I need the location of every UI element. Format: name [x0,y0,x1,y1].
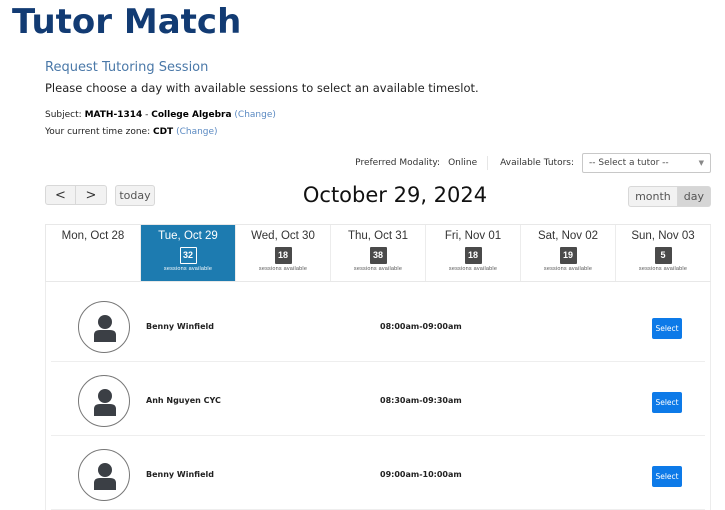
session-count-badge: 5 [654,247,672,264]
day-view-button[interactable]: day [677,186,711,207]
subject-separator: - [145,110,149,120]
slot-time: 09:00am-10:00am [380,470,462,479]
app-title: Tutor Match [12,2,242,42]
session-count-badge: 18 [274,247,292,264]
timezone-line: Your current time zone: CDT (Change) [45,127,218,137]
day-label: Sun, Nov 03 [631,230,695,242]
day-strip: Mon, Oct 28 Tue, Oct 29 32 sessions avai… [45,224,711,282]
chevron-down-icon: ▼ [698,159,704,167]
slot-time: 08:00am-09:00am [380,322,462,331]
user-icon [94,315,116,342]
day-label: Mon, Oct 28 [61,230,125,242]
select-slot-button[interactable]: Select [652,466,682,487]
tutor-name: Benny Winfield [146,470,214,479]
instructions-text: Please choose a day with available sessi… [45,81,479,95]
session-count-badge: 38 [369,247,387,264]
timezone-label: Your current time zone: [45,127,151,137]
subject-line: Subject: MATH-1314 - College Algebra (Ch… [45,110,276,120]
day-cell[interactable]: Wed, Oct 30 18 sessions available [236,225,331,281]
filters-bar: Preferred Modality: Online Available Tut… [355,153,711,173]
day-cell[interactable]: Sat, Nov 02 19 sessions available [521,225,616,281]
sessions-available-text: sessions available [448,266,498,272]
select-slot-button[interactable]: Select [652,318,682,339]
day-label: Thu, Oct 31 [347,230,409,242]
tutor-name: Anh Nguyen CYC [146,396,221,405]
timeslot-row: Benny Winfield 09:00am-10:00am Select [51,438,705,510]
session-count-badge: 32 [179,247,197,264]
user-icon [94,389,116,416]
day-cell[interactable]: Fri, Nov 01 18 sessions available [426,225,521,281]
subject-label: Subject: [45,110,82,120]
sessions-available-text: sessions available [258,266,308,272]
subject-name: College Algebra [151,110,232,120]
slot-time: 08:30am-09:30am [380,396,462,405]
filter-divider [487,156,489,170]
session-count-badge: 19 [559,247,577,264]
session-count-badge: 18 [464,247,482,264]
tutor-select-value: -- Select a tutor -- [589,158,669,168]
tutor-select[interactable]: -- Select a tutor -- ▼ [582,153,711,173]
tutors-label: Available Tutors: [500,158,574,168]
day-label: Tue, Oct 29 [158,230,218,242]
day-label: Sat, Nov 02 [537,230,599,242]
change-subject-link[interactable]: (Change) [234,110,275,120]
timeslot-row: Anh Nguyen CYC 08:30am-09:30am Select [51,364,705,436]
day-label: Wed, Oct 30 [251,230,315,242]
avatar [78,301,130,353]
section-title: Request Tutoring Session [45,60,209,75]
day-cell[interactable]: Sun, Nov 03 5 sessions available [616,225,711,281]
day-cell[interactable]: Mon, Oct 28 [46,225,141,281]
view-toggle: month day [628,186,711,207]
change-timezone-link[interactable]: (Change) [176,127,217,137]
timeslot-row: Benny Winfield 08:00am-09:00am Select [51,290,705,362]
timezone-value: CDT [152,127,174,137]
sessions-available-text: sessions available [163,266,213,272]
sessions-available-text: sessions available [638,266,688,272]
select-slot-button[interactable]: Select [652,392,682,413]
subject-code: MATH-1314 [84,110,143,120]
modality-label: Preferred Modality: [355,158,441,168]
day-label: Fri, Nov 01 [444,230,502,242]
calendar-title: October 29, 2024 [302,183,488,207]
avatar [78,375,130,427]
timeslot-list: Benny Winfield 08:00am-09:00am Select An… [45,282,711,510]
sessions-available-text: sessions available [543,266,593,272]
user-icon [94,463,116,490]
month-view-button[interactable]: month [628,186,678,207]
avatar [78,449,130,501]
sessions-available-text: sessions available [353,266,403,272]
day-cell[interactable]: Tue, Oct 29 32 sessions available [141,225,236,281]
modality-value: Online [448,158,478,168]
tutor-name: Benny Winfield [146,322,214,331]
day-cell[interactable]: Thu, Oct 31 38 sessions available [331,225,426,281]
